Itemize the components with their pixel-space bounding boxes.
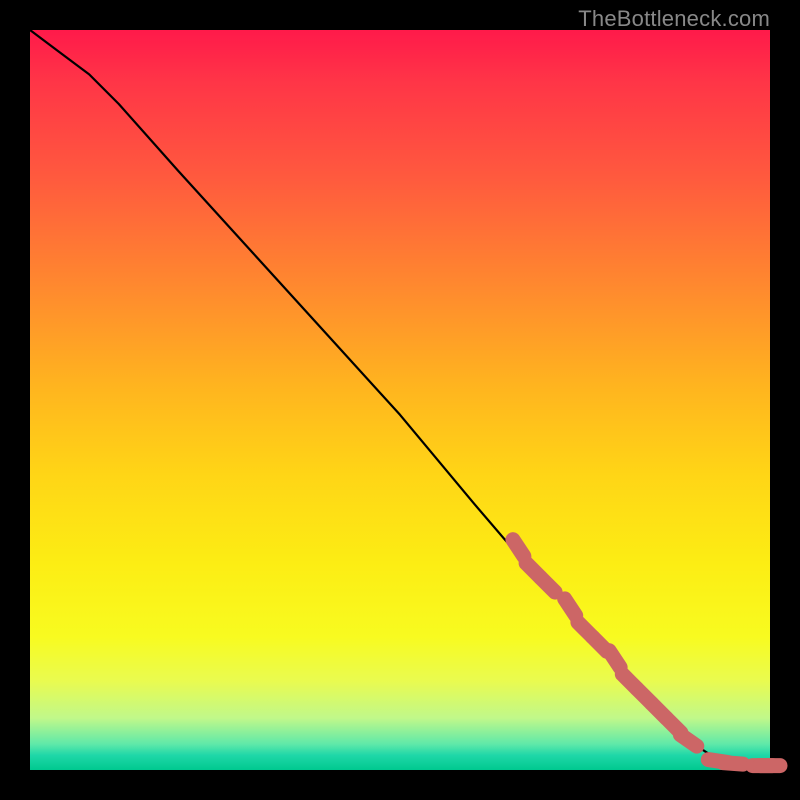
scatter-point: [565, 599, 576, 616]
curve-line: [30, 30, 770, 766]
chart-stage: TheBottleneck.com: [0, 0, 800, 800]
scatter-point: [513, 540, 524, 557]
scatter-point: [680, 735, 696, 746]
scatter-point: [723, 763, 743, 765]
scatter-points: [513, 540, 780, 766]
plot-area: [30, 30, 770, 770]
watermark-text: TheBottleneck.com: [578, 6, 770, 32]
chart-svg: [30, 30, 770, 770]
scatter-point: [609, 651, 620, 668]
scatter-point: [541, 578, 555, 592]
